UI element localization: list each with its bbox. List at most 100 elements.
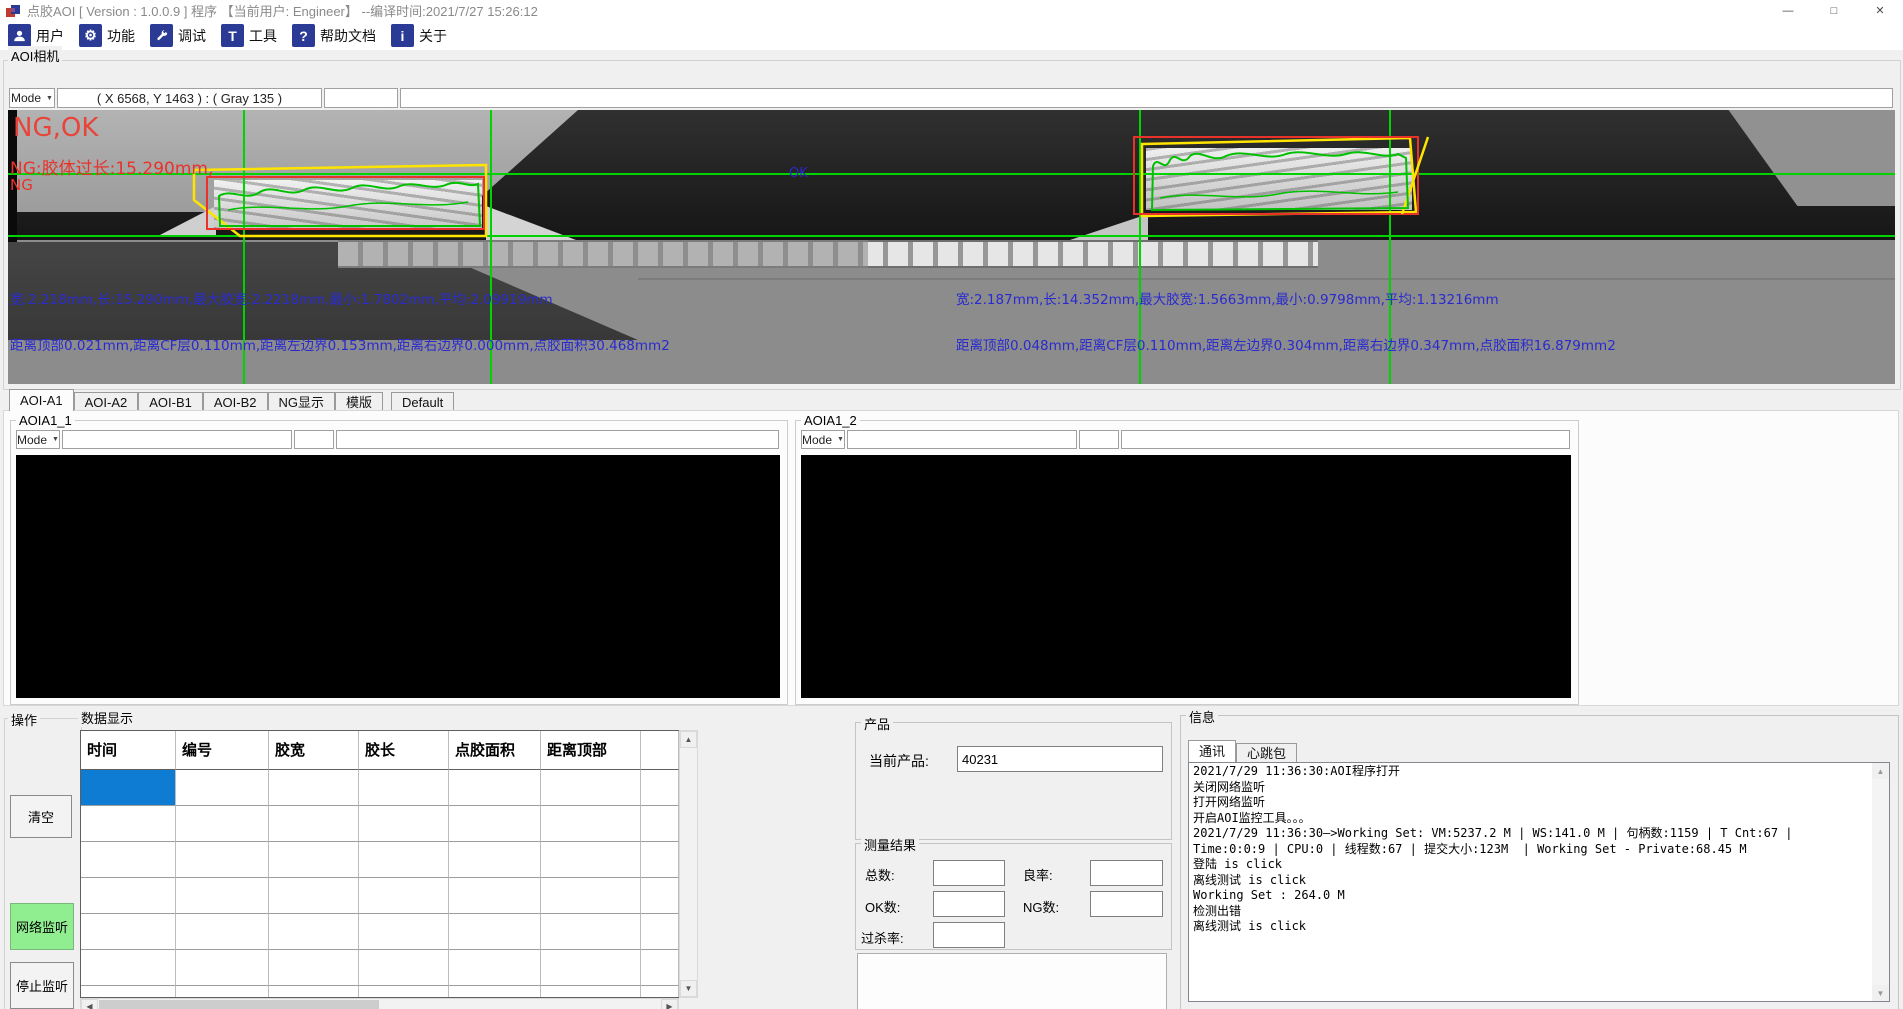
table-cell[interactable]	[359, 986, 449, 998]
minimize-button[interactable]: —	[1765, 0, 1811, 21]
table-vscrollbar[interactable]: ▲ ▼	[679, 730, 698, 998]
toolbar-help-button[interactable]: ? 帮助文档	[292, 24, 376, 47]
table-cell[interactable]	[176, 986, 269, 998]
scroll-up-icon[interactable]: ▲	[680, 731, 697, 748]
table-cell[interactable]	[449, 950, 541, 986]
table-cell[interactable]	[449, 914, 541, 950]
table-cell[interactable]	[449, 770, 541, 806]
table-cell[interactable]	[641, 986, 679, 998]
subview-left-mode-dropdown[interactable]: Mode ▼	[16, 430, 60, 449]
table-cell[interactable]	[269, 950, 359, 986]
log-output[interactable]: 2021/7/29 11:36:30:AOI程序打开 关闭网络监听 打开网络监听…	[1188, 762, 1890, 1002]
tab-heartbeat[interactable]: 心跳包	[1236, 743, 1297, 762]
log-vscrollbar[interactable]: ▲ ▼	[1872, 763, 1889, 1001]
table-cell[interactable]	[449, 878, 541, 914]
table-cell[interactable]	[176, 842, 269, 878]
table-cell[interactable]	[541, 914, 641, 950]
col-header-distance-top[interactable]: 距离顶部	[541, 731, 641, 770]
ok-count-input[interactable]	[933, 891, 1005, 917]
table-hscrollbar[interactable]: ◀ ▶	[80, 998, 679, 1009]
tab-aoi-b2[interactable]: AOI-B2	[203, 392, 268, 411]
yield-input[interactable]	[1090, 860, 1163, 886]
clear-button[interactable]: 清空	[10, 795, 72, 838]
table-cell[interactable]	[359, 914, 449, 950]
tab-aoi-a2[interactable]: AOI-A2	[74, 392, 139, 411]
tab-aoi-a1[interactable]: AOI-A1	[9, 389, 74, 411]
table-cell[interactable]	[359, 842, 449, 878]
table-cell[interactable]	[81, 842, 176, 878]
table-cell[interactable]	[541, 950, 641, 986]
table-cell[interactable]	[269, 878, 359, 914]
subview-right-mode-dropdown[interactable]: Mode ▼	[801, 430, 845, 449]
table-cell[interactable]	[449, 842, 541, 878]
table-cell[interactable]	[269, 806, 359, 842]
overkill-input[interactable]	[933, 922, 1005, 948]
subview-left-label: AOIA1_1	[16, 413, 75, 428]
table-cell[interactable]	[541, 770, 641, 806]
table-cell[interactable]	[449, 986, 541, 998]
toolbar-debug-button[interactable]: 调试	[150, 24, 206, 47]
tab-ng-display[interactable]: NG显示	[268, 392, 336, 411]
table-cell[interactable]	[449, 806, 541, 842]
camera-image-view[interactable]: NG,OK NG:胶体过长:15.290mm, NG OK 宽:2.218mm,…	[8, 110, 1895, 384]
table-cell[interactable]	[81, 914, 176, 950]
table-cell[interactable]	[176, 878, 269, 914]
col-header-glue-length[interactable]: 胶长	[359, 731, 449, 770]
scroll-right-icon[interactable]: ▶	[661, 999, 678, 1009]
camera-mode-dropdown[interactable]: Mode ▼	[9, 88, 55, 108]
col-header-dispense-area[interactable]: 点胶面积	[449, 731, 541, 770]
table-cell[interactable]	[176, 914, 269, 950]
table-cell[interactable]	[641, 806, 679, 842]
tab-aoi-b1[interactable]: AOI-B1	[138, 392, 203, 411]
table-cell[interactable]	[359, 950, 449, 986]
col-header-glue-width[interactable]: 胶宽	[269, 731, 359, 770]
table-cell[interactable]	[359, 878, 449, 914]
hscroll-thumb[interactable]	[99, 1000, 379, 1009]
table-cell[interactable]	[641, 950, 679, 986]
ng-count-input[interactable]	[1090, 891, 1163, 917]
close-button[interactable]: ✕	[1857, 0, 1903, 21]
total-input[interactable]	[933, 860, 1005, 886]
tab-default[interactable]: Default	[391, 392, 454, 411]
table-cell[interactable]	[269, 770, 359, 806]
col-header-id[interactable]: 编号	[176, 731, 269, 770]
tab-template[interactable]: 模版	[335, 392, 383, 411]
table-cell[interactable]	[269, 914, 359, 950]
stop-listen-button[interactable]: 停止监听	[10, 962, 74, 1009]
table-cell-selected[interactable]	[81, 770, 176, 806]
table-cell[interactable]	[541, 878, 641, 914]
scroll-down-icon[interactable]: ▼	[680, 980, 697, 997]
toolbar-function-button[interactable]: ⚙ 功能	[79, 24, 135, 47]
table-cell[interactable]	[176, 770, 269, 806]
table-cell[interactable]	[359, 806, 449, 842]
table-cell[interactable]	[81, 950, 176, 986]
maximize-button[interactable]: □	[1811, 0, 1857, 21]
table-cell[interactable]	[81, 806, 176, 842]
scroll-down-icon[interactable]: ▼	[1872, 985, 1889, 1001]
table-cell[interactable]	[176, 806, 269, 842]
col-header-time[interactable]: 时间	[81, 731, 176, 770]
table-cell[interactable]	[541, 806, 641, 842]
table-cell[interactable]	[641, 878, 679, 914]
table-cell[interactable]	[541, 842, 641, 878]
table-cell[interactable]	[641, 842, 679, 878]
table-cell[interactable]	[359, 770, 449, 806]
toolbar-about-button[interactable]: i 关于	[391, 24, 447, 47]
scroll-up-icon[interactable]: ▲	[1872, 763, 1889, 779]
table-cell[interactable]	[641, 914, 679, 950]
table-cell[interactable]	[81, 986, 176, 998]
tab-comm[interactable]: 通讯	[1188, 740, 1236, 762]
table-cell[interactable]	[81, 878, 176, 914]
table-cell[interactable]	[269, 986, 359, 998]
table-cell[interactable]	[641, 770, 679, 806]
scroll-left-icon[interactable]: ◀	[81, 999, 98, 1009]
table-cell[interactable]	[541, 986, 641, 998]
subview-right-image[interactable]	[801, 455, 1571, 698]
table-cell[interactable]	[176, 950, 269, 986]
network-listen-button[interactable]: 网络监听	[10, 903, 74, 950]
toolbar-user-button[interactable]: 用户	[8, 24, 64, 47]
subview-left-image[interactable]	[16, 455, 780, 698]
current-product-input[interactable]: 40231	[957, 746, 1163, 772]
toolbar-tools-button[interactable]: T 工具	[221, 24, 277, 47]
table-cell[interactable]	[269, 842, 359, 878]
